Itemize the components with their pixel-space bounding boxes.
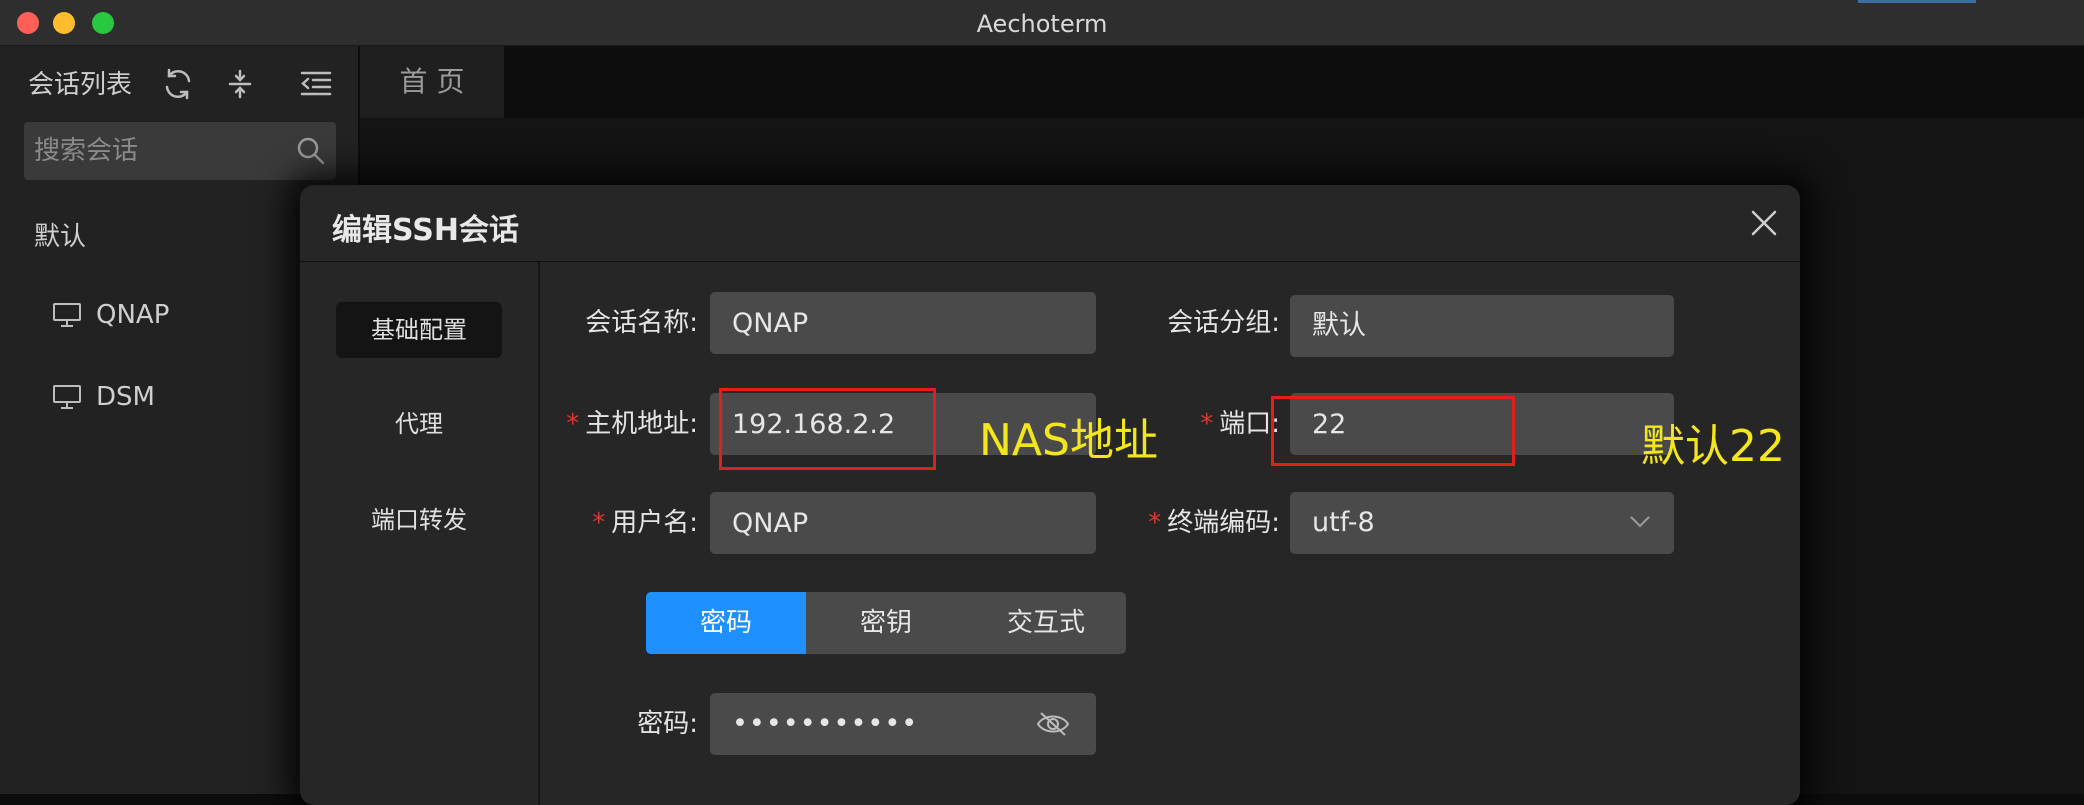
session-group-select[interactable]: 默认 [1290,295,1674,357]
encoding-label: * 终端编码: [1148,508,1280,538]
port-annotation: 默认22 [1641,421,1785,472]
auth-tab-password[interactable]: 密码 [646,592,806,654]
dialog-title: 编辑SSH会话 [332,213,519,248]
password-field[interactable]: ••••••••••• [710,693,1096,755]
refresh-icon[interactable] [160,66,196,102]
window-title: Aechoterm [976,10,1108,38]
monitor-icon [53,385,81,409]
username-input[interactable] [732,492,1041,554]
close-icon[interactable] [1748,207,1780,239]
chevron-down-icon [1630,516,1650,528]
collapse-all-icon[interactable] [222,66,258,102]
monitor-icon [53,303,81,327]
password-value[interactable]: ••••••••••• [732,693,918,755]
menu-fold-icon[interactable] [298,66,334,102]
nav-port-forwarding[interactable]: 端口转发 [336,492,502,548]
host-annotation: NAS地址 [979,415,1158,466]
port-highlight-box [1271,396,1515,466]
password-label: 密码: [637,709,698,739]
session-name-field[interactable] [710,292,1096,354]
username-field[interactable] [710,492,1096,554]
sidebar-title: 会话列表 [28,70,133,100]
host-highlight-box [719,388,936,470]
session-group-default[interactable]: 默认 [34,216,86,253]
session-group-value: 默认 [1312,310,1366,341]
nav-proxy[interactable]: 代理 [336,396,502,452]
host-label: * 主机地址: [566,409,698,439]
port-label: * 端口: [1200,409,1280,439]
title-bar: Aechoterm [0,0,2084,46]
encoding-select[interactable]: utf-8 [1290,492,1674,554]
search-icon[interactable] [296,136,326,166]
dialog-header: 编辑SSH会话 [300,185,1800,262]
encoding-value: utf-8 [1312,507,1375,538]
username-label: * 用户名: [592,508,698,538]
session-item-qnap[interactable]: QNAP [52,295,169,335]
session-name-input[interactable] [732,292,1041,354]
session-name: DSM [96,382,155,412]
edit-ssh-dialog: 编辑SSH会话 基础配置 代理 端口转发 会话名称: 会话分组: 默认 *主机地… [300,185,1800,805]
search-box [24,122,336,180]
session-name-label: 会话名称: [585,308,698,338]
session-item-dsm[interactable]: DSM [52,377,155,417]
auth-tab-key[interactable]: 密钥 [806,592,966,654]
session-group-label: 会话分组: [1167,308,1280,338]
search-input[interactable] [34,122,294,180]
dialog-nav: 基础配置 代理 端口转发 [300,262,540,805]
auth-method-tabs: 密码 密钥 交互式 [646,592,1126,654]
tab-strip: 首 页 [360,46,2084,118]
auth-tab-interactive[interactable]: 交互式 [966,592,1126,654]
eye-hidden-icon[interactable] [1036,709,1070,739]
tab-home[interactable]: 首 页 [360,46,504,118]
session-name: QNAP [96,300,170,330]
nav-basic-config[interactable]: 基础配置 [336,302,502,358]
